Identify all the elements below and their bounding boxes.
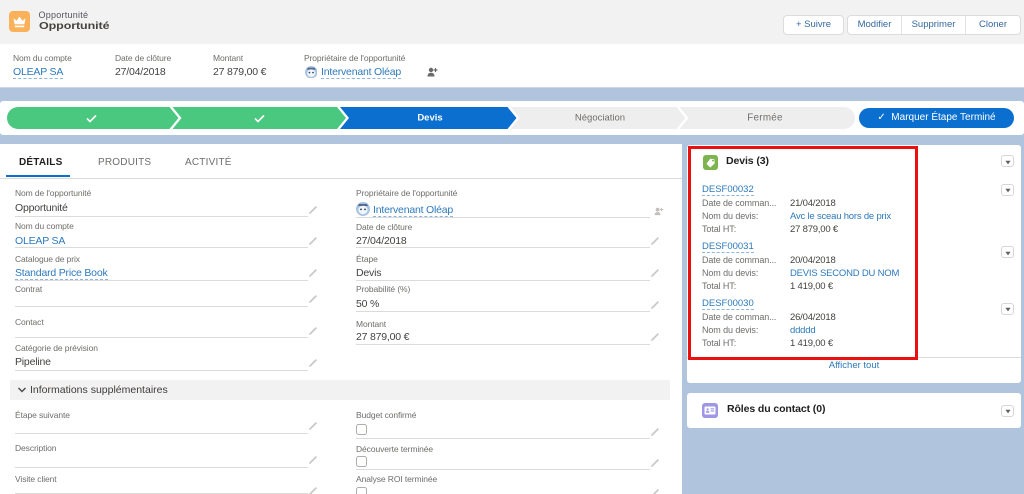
svg-text:Devis: Devis: [417, 113, 442, 124]
svg-text:Fermée: Fermée: [747, 113, 783, 124]
svg-text:Négociation: Négociation: [575, 113, 625, 124]
